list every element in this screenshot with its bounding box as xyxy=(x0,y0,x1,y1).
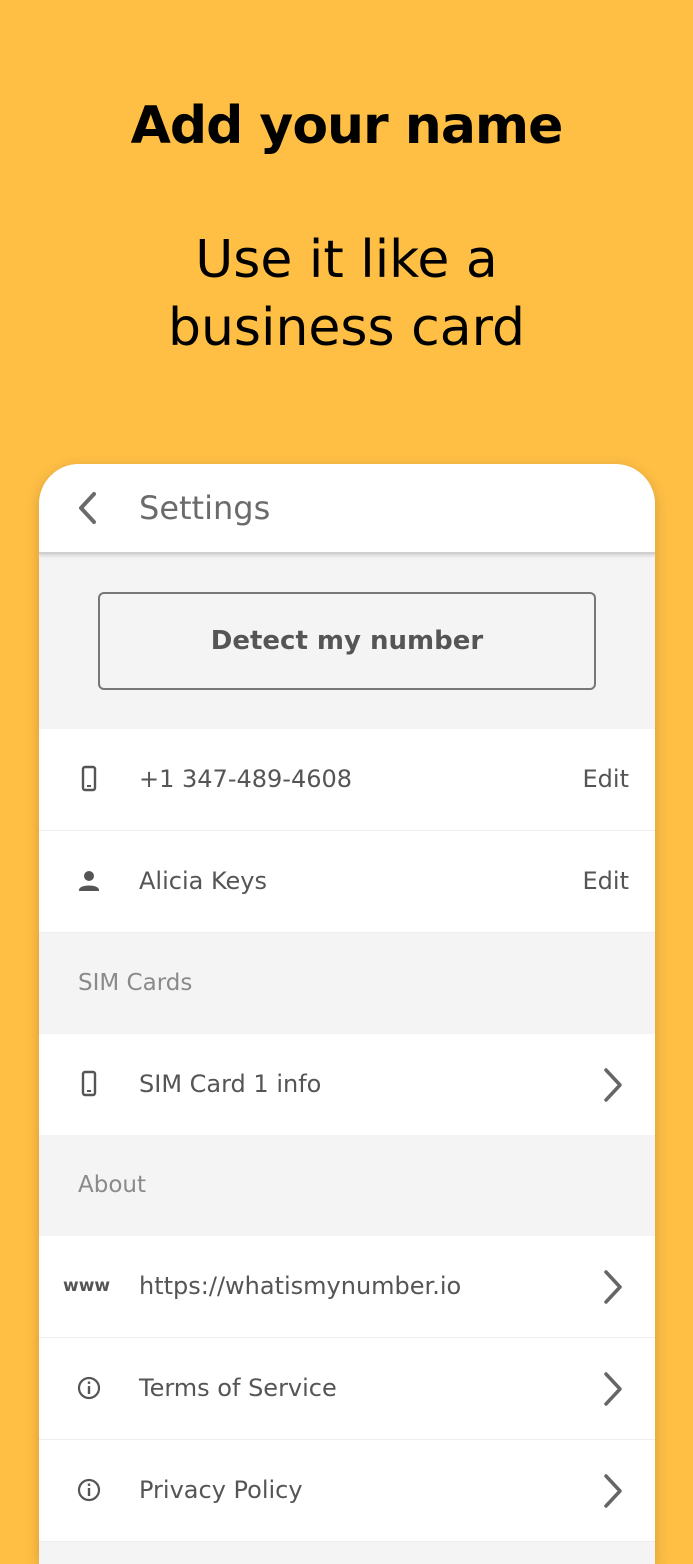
subline: Use it like a business card xyxy=(0,226,693,362)
chevron-right-icon xyxy=(604,1372,622,1406)
edit-phone-button[interactable]: Edit xyxy=(583,729,629,830)
app-bar: Settings xyxy=(39,464,655,554)
back-button[interactable] xyxy=(69,488,109,528)
phone-number-row: +1 347-489-4608 Edit xyxy=(39,729,655,831)
about-section-header: About xyxy=(39,1135,655,1236)
info-icon xyxy=(77,1376,101,1400)
phone-mockup: Settings Detect my number +1 347-489-460… xyxy=(39,464,655,1564)
www-icon: www xyxy=(63,1276,111,1296)
chevron-right-icon xyxy=(604,1068,622,1102)
sim-card-1-label: SIM Card 1 info xyxy=(139,1070,322,1098)
sim-card-1-row[interactable]: SIM Card 1 info xyxy=(39,1034,655,1136)
detect-section: Detect my number xyxy=(39,554,655,729)
phone-number-value: +1 347-489-4608 xyxy=(139,765,353,793)
terms-label: Terms of Service xyxy=(139,1374,337,1402)
subline-line-2: business card xyxy=(167,298,526,358)
sim-cards-section-header: SIM Cards xyxy=(39,933,655,1034)
website-row[interactable]: www https://whatismynumber.io xyxy=(39,1236,655,1338)
person-icon xyxy=(79,871,99,891)
page-title: Settings xyxy=(139,489,271,527)
edit-name-button[interactable]: Edit xyxy=(583,831,629,932)
section-label-about: About xyxy=(78,1172,147,1198)
name-row: Alicia Keys Edit xyxy=(39,831,655,933)
website-label: https://whatismynumber.io xyxy=(139,1272,462,1300)
detect-number-button[interactable]: Detect my number xyxy=(98,592,596,690)
chevron-left-icon xyxy=(79,492,96,524)
name-value: Alicia Keys xyxy=(139,867,267,895)
privacy-row[interactable]: Privacy Policy xyxy=(39,1440,655,1542)
chevron-right-icon xyxy=(604,1474,622,1508)
chevron-right-icon xyxy=(604,1270,622,1304)
headline: Add your name xyxy=(130,96,564,156)
phone-icon xyxy=(81,765,97,792)
terms-row[interactable]: Terms of Service xyxy=(39,1338,655,1440)
phone-icon xyxy=(81,1070,97,1097)
section-label-sim: SIM Cards xyxy=(78,970,193,996)
subline-line-1: Use it like a xyxy=(195,230,498,290)
privacy-label: Privacy Policy xyxy=(139,1476,303,1504)
